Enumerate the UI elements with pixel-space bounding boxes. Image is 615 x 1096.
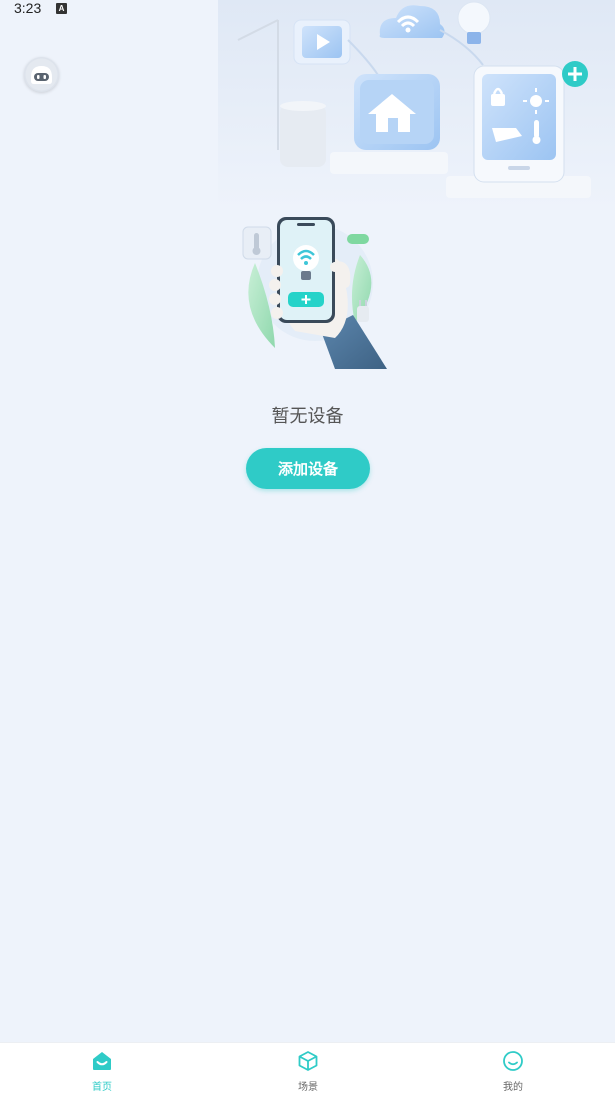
add-device-button[interactable]: 添加设备 — [246, 448, 370, 489]
tab-mine-label: 我的 — [503, 1082, 523, 1093]
status-time: 3:23 — [14, 0, 42, 16]
tab-mine[interactable]: 我的 — [443, 1043, 583, 1096]
tab-home-label: 首页 — [92, 1082, 112, 1093]
home-icon — [93, 1052, 111, 1070]
smart-home-hero-illustration — [218, 0, 615, 210]
robot-avatar-icon — [25, 58, 58, 91]
scene-cube-icon — [298, 1051, 318, 1071]
empty-state-text: 暂无设备 — [271, 406, 344, 427]
notification-badge-icon: A — [56, 3, 67, 14]
profile-smile-icon — [503, 1051, 523, 1071]
tab-scene-label: 场景 — [298, 1082, 318, 1093]
bottom-tab-bar: 首页 场景 我的 — [0, 1042, 615, 1096]
tab-scene[interactable]: 场景 — [238, 1043, 378, 1096]
tab-home[interactable]: 首页 — [32, 1043, 172, 1096]
avatar-button[interactable] — [24, 57, 59, 92]
hand-phone-illustration — [242, 217, 387, 369]
